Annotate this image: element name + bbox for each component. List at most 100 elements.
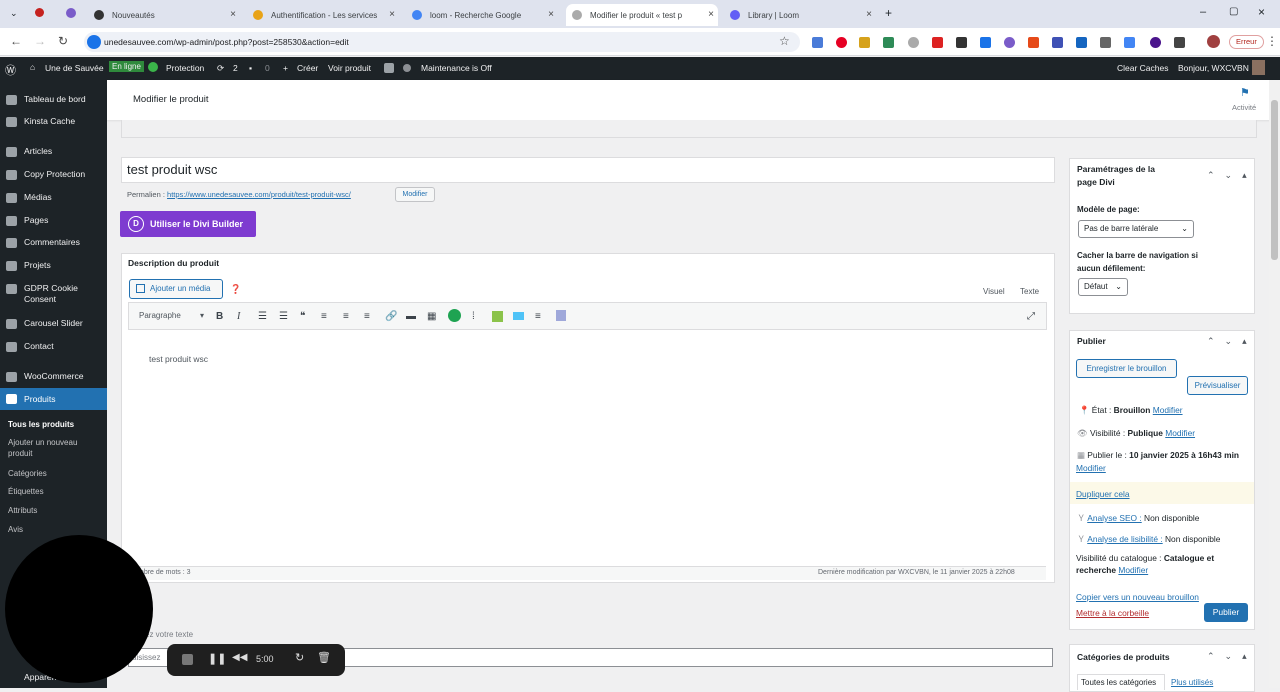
extension-icon[interactable] — [1150, 37, 1161, 48]
tab-google[interactable]: loom - Recherche Google × — [406, 4, 558, 26]
wordpress-logo-icon[interactable]: Ⓦ — [5, 62, 16, 78]
toolbar-toggle-icon[interactable]: ▦ — [427, 311, 436, 322]
sidebar-item-pages[interactable]: Pages — [0, 215, 107, 226]
fullscreen-icon[interactable]: ⤢ — [1027, 311, 1035, 322]
layout-icon[interactable] — [492, 311, 503, 322]
extension-icon[interactable] — [1124, 37, 1135, 48]
readability-label-link[interactable]: Analyse de lisibilité : — [1087, 534, 1162, 544]
link-icon[interactable]: 🔗 — [385, 311, 397, 322]
flag-icon[interactable]: ⚑ — [1240, 86, 1250, 99]
yoast-icon[interactable] — [384, 63, 394, 73]
publish-date-modify-link[interactable]: Modifier — [1076, 463, 1106, 473]
publish-button[interactable]: Publier — [1204, 603, 1248, 622]
user-avatar[interactable] — [1252, 60, 1265, 75]
reload-icon[interactable]: ↻ — [58, 34, 68, 48]
restart-icon[interactable]: ↻ — [295, 651, 304, 664]
horizontal-line-icon[interactable]: ≡ — [535, 311, 541, 322]
page-scrollbar[interactable] — [1269, 80, 1280, 688]
check-icon[interactable] — [448, 309, 461, 322]
box-controls[interactable]: ⌃⌄▴ — [1207, 651, 1257, 662]
extension-icon[interactable] — [859, 37, 870, 48]
sidebar-item-dashboard[interactable]: Tableau de bord — [0, 94, 107, 105]
visibility-modify-link[interactable]: Modifier — [1165, 428, 1195, 438]
sidebar-item-projects[interactable]: Projets — [0, 260, 107, 271]
sidebar-item-articles[interactable]: Articles — [0, 146, 107, 157]
extension-icon[interactable] — [1028, 37, 1039, 48]
trash-icon[interactable]: 🗑 — [317, 651, 331, 664]
close-icon[interactable]: × — [866, 9, 872, 20]
copy-draft-link[interactable]: Copier vers un nouveau brouillon — [1076, 592, 1199, 602]
extension-icon[interactable] — [1004, 37, 1015, 48]
lock-icon[interactable] — [556, 310, 566, 321]
close-icon[interactable]: × — [230, 9, 236, 20]
pinned-tab-icon[interactable] — [35, 8, 44, 17]
divider-icon[interactable] — [513, 312, 524, 320]
site-name-link[interactable]: Une de Sauvée — [45, 63, 104, 73]
pinned-tab-icon[interactable] — [66, 8, 76, 18]
submenu-tags[interactable]: Étiquettes — [8, 487, 44, 498]
catalog-modify-link[interactable]: Modifier — [1118, 565, 1148, 575]
seo-label-link[interactable]: Analyse SEO : — [1087, 513, 1141, 523]
format-select[interactable]: Paragraphe ▾ — [134, 309, 208, 323]
tab-nouveautes[interactable]: Nouveautés × — [88, 4, 240, 26]
pause-icon[interactable]: ❚❚ — [208, 652, 226, 665]
extension-icon[interactable] — [980, 37, 991, 48]
forward-icon[interactable]: → — [34, 34, 46, 48]
submenu-add-product[interactable]: Ajouter un nouveau produit — [8, 438, 88, 459]
shortcode-icon[interactable]: ⁞ — [472, 311, 475, 322]
sidebar-item-gdpr[interactable]: GDPR Cookie Consent — [0, 283, 100, 305]
preview-button[interactable]: Prévisualiser — [1187, 376, 1248, 395]
close-icon[interactable]: × — [548, 9, 554, 20]
close-icon[interactable]: × — [708, 9, 714, 20]
site-info-icon[interactable] — [87, 35, 101, 49]
sidebar-item-contact[interactable]: Contact — [0, 341, 107, 352]
tab-authentification[interactable]: Authentification - Les services × — [247, 4, 399, 26]
trash-link[interactable]: Mettre à la corbeille — [1076, 608, 1149, 618]
menu-dots-icon[interactable]: ⋮ — [1266, 34, 1278, 48]
box-controls[interactable]: ⌃⌄▴ — [1207, 336, 1257, 347]
extension-icon[interactable] — [1076, 37, 1087, 48]
view-product-link[interactable]: Voir produit — [328, 63, 371, 73]
new-tab-icon[interactable]: + — [885, 6, 892, 20]
error-badge[interactable]: Erreur — [1229, 35, 1264, 49]
stop-icon[interactable] — [182, 654, 193, 665]
bullet-list-icon[interactable]: ☰ — [258, 311, 267, 322]
italic-icon[interactable]: I — [237, 311, 240, 322]
hide-nav-select[interactable]: Défaut ⌄ — [1078, 278, 1128, 296]
blockquote-icon[interactable]: ❝ — [300, 311, 305, 322]
save-draft-button[interactable]: Enregistrer le brouillon — [1076, 359, 1177, 378]
extension-icon[interactable] — [932, 37, 943, 48]
tab-most-used[interactable]: Plus utilisés — [1171, 678, 1213, 687]
page-model-select[interactable]: Pas de barre latérale ⌄ — [1078, 220, 1194, 238]
create-link[interactable]: Créer — [297, 63, 318, 73]
comments-count[interactable]: 0 — [265, 63, 270, 73]
tab-search-icon[interactable]: ⌄ — [10, 8, 18, 19]
submenu-reviews[interactable]: Avis — [8, 525, 23, 536]
duplicate-link[interactable]: Dupliquer cela — [1076, 489, 1130, 499]
protection-link[interactable]: Protection — [166, 63, 204, 73]
read-more-icon[interactable]: ▬ — [406, 311, 416, 322]
status-modify-link[interactable]: Modifier — [1153, 405, 1183, 415]
editor-content-area[interactable] — [129, 331, 1046, 567]
align-center-icon[interactable]: ≡ — [343, 311, 349, 322]
tab-visual[interactable]: Visuel — [983, 287, 1005, 296]
permalink-url[interactable]: https://www.unedesauvee.com/produit/test… — [167, 190, 351, 199]
box-controls[interactable]: ⌃⌄▴ — [1207, 170, 1257, 181]
back-icon[interactable]: ← — [10, 34, 22, 48]
divi-builder-button[interactable]: D Utiliser le Divi Builder — [120, 211, 256, 237]
close-icon[interactable]: × — [389, 9, 395, 20]
extensions-puzzle-icon[interactable] — [1174, 37, 1185, 48]
url-input[interactable]: unedesauvee.com/wp-admin/post.php?post=2… — [84, 32, 800, 52]
sidebar-item-woocommerce[interactable]: WooCommerce — [0, 371, 107, 382]
extension-icon[interactable] — [1052, 37, 1063, 48]
tab-modifier-produit[interactable]: Modifier le produit « test p × — [566, 4, 718, 26]
submenu-attributes[interactable]: Attributs — [8, 506, 37, 517]
window-close-icon[interactable]: × — [1258, 5, 1265, 19]
post-title-input[interactable]: test produit wsc — [121, 157, 1055, 183]
align-left-icon[interactable]: ≡ — [321, 311, 327, 322]
extension-icon[interactable] — [956, 37, 967, 48]
rewind-icon[interactable]: ◀◀ — [232, 652, 247, 663]
bold-icon[interactable]: B — [216, 311, 223, 322]
avatar[interactable] — [1207, 35, 1220, 48]
permalink-modify-button[interactable]: Modifier — [395, 187, 435, 202]
